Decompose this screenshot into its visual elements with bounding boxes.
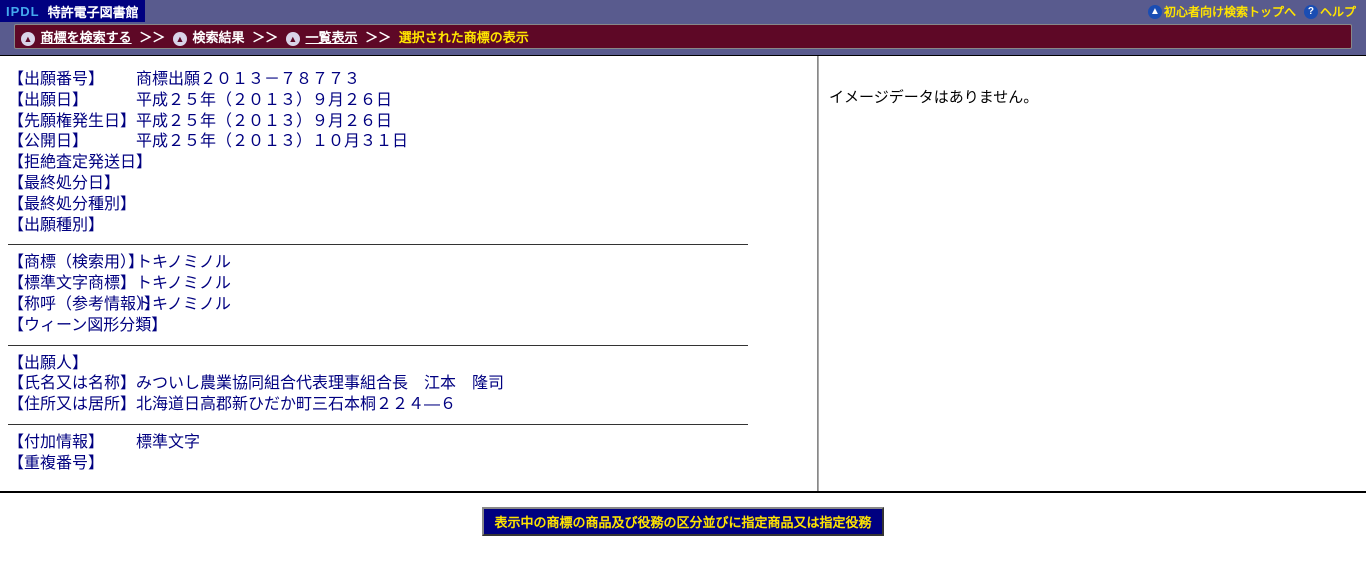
divider [8,424,748,425]
call-value: トキノミノル [136,295,231,316]
nav-icon: ▲ [21,32,35,46]
brand-title: 特許電子図書館 [48,2,139,21]
vienna-label: 【ウィーン図形分類】 [8,316,136,337]
brand-abbr: IPDL [6,4,40,19]
detail-pane[interactable]: 【出願番号】商標出願２０１３－７８７７３ 【出願日】平成２５年（２０１３）９月２… [0,56,818,491]
no-image-message: イメージデータはありません。 [829,86,1356,107]
breadcrumb-list[interactable]: 一覧表示 [305,30,357,45]
addinfo-label: 【付加情報】 [8,433,136,454]
call-label: 【称呼（参考情報）】 [8,295,136,316]
breadcrumb-results: 検索結果 [193,30,245,45]
std-tm-value: トキノミノル [136,274,231,295]
addr-label: 【住所又は居所】 [8,395,136,416]
rejsend-label: 【拒絶査定発送日】 [8,153,136,174]
breadcrumb-search[interactable]: 商標を検索する [41,30,132,45]
search-tm-label: 【商標（検索用）】 [8,253,136,274]
nav-icon: ▲ [173,32,187,46]
applicant-label: 【出願人】 [8,354,136,375]
breadcrumb-wrap: ▲ 商標を検索する ＞＞ ▲ 検索結果 ＞＞ ▲ 一覧表示 ＞＞ 選択された商標… [0,22,1366,55]
addr-value: 北海道日高郡新ひだか町三石本桐２２４―６ [136,395,456,416]
main-content: 【出願番号】商標出願２０１３－７８７７３ 【出願日】平成２５年（２０１３）９月２… [0,55,1366,493]
dupnum-label: 【重複番号】 [8,454,136,475]
footer: 表示中の商標の商品及び役務の区分並びに指定商品又は指定役務 [0,493,1366,556]
appdate-label: 【出願日】 [8,91,136,112]
std-tm-label: 【標準文字商標】 [8,274,136,295]
name-label: 【氏名又は名称】 [8,374,136,395]
brand-badge: IPDL 特許電子図書館 [0,0,145,22]
pubdate-label: 【公開日】 [8,132,136,153]
breadcrumb-sep: ＞＞ [365,30,391,45]
priordate-label: 【先願権発生日】 [8,112,136,133]
top-bar: IPDL 特許電子図書館 ▲初心者向け検索トップへ ?ヘルプ [0,0,1366,22]
name-value: みついし農業協同組合代表理事組合長 江本 隆司 [136,374,504,395]
divider [8,244,748,245]
beginner-search-link[interactable]: ▲初心者向け検索トップへ [1148,3,1296,20]
pubdate-value: 平成２５年（２０１３）１０月３１日 [136,132,408,153]
apptype-label: 【出願種別】 [8,216,136,237]
priordate-value: 平成２５年（２０１３）９月２６日 [136,112,392,133]
breadcrumb-sep: ＞＞ [252,30,278,45]
search-tm-value: トキノミノル [136,253,231,274]
addinfo-value: 標準文字 [136,433,200,454]
goods-services-button[interactable]: 表示中の商標の商品及び役務の区分並びに指定商品又は指定役務 [482,507,883,536]
finaldate-label: 【最終処分日】 [8,174,136,195]
up-arrow-icon: ▲ [1148,5,1162,19]
divider [8,345,748,346]
finaltype-label: 【最終処分種別】 [8,195,136,216]
help-link[interactable]: ?ヘルプ [1304,3,1356,20]
appnum-value: 商標出願２０１３－７８７７３ [136,70,360,91]
top-links: ▲初心者向け検索トップへ ?ヘルプ [1148,0,1366,22]
nav-icon: ▲ [286,32,300,46]
breadcrumb: ▲ 商標を検索する ＞＞ ▲ 検索結果 ＞＞ ▲ 一覧表示 ＞＞ 選択された商標… [14,24,1352,49]
appdate-value: 平成２５年（２０１３）９月２６日 [136,91,392,112]
appnum-label: 【出願番号】 [8,70,136,91]
breadcrumb-sep: ＞＞ [139,30,165,45]
question-icon: ? [1304,5,1318,19]
image-pane: イメージデータはありません。 [818,56,1366,491]
breadcrumb-current: 選択された商標の表示 [399,30,529,45]
